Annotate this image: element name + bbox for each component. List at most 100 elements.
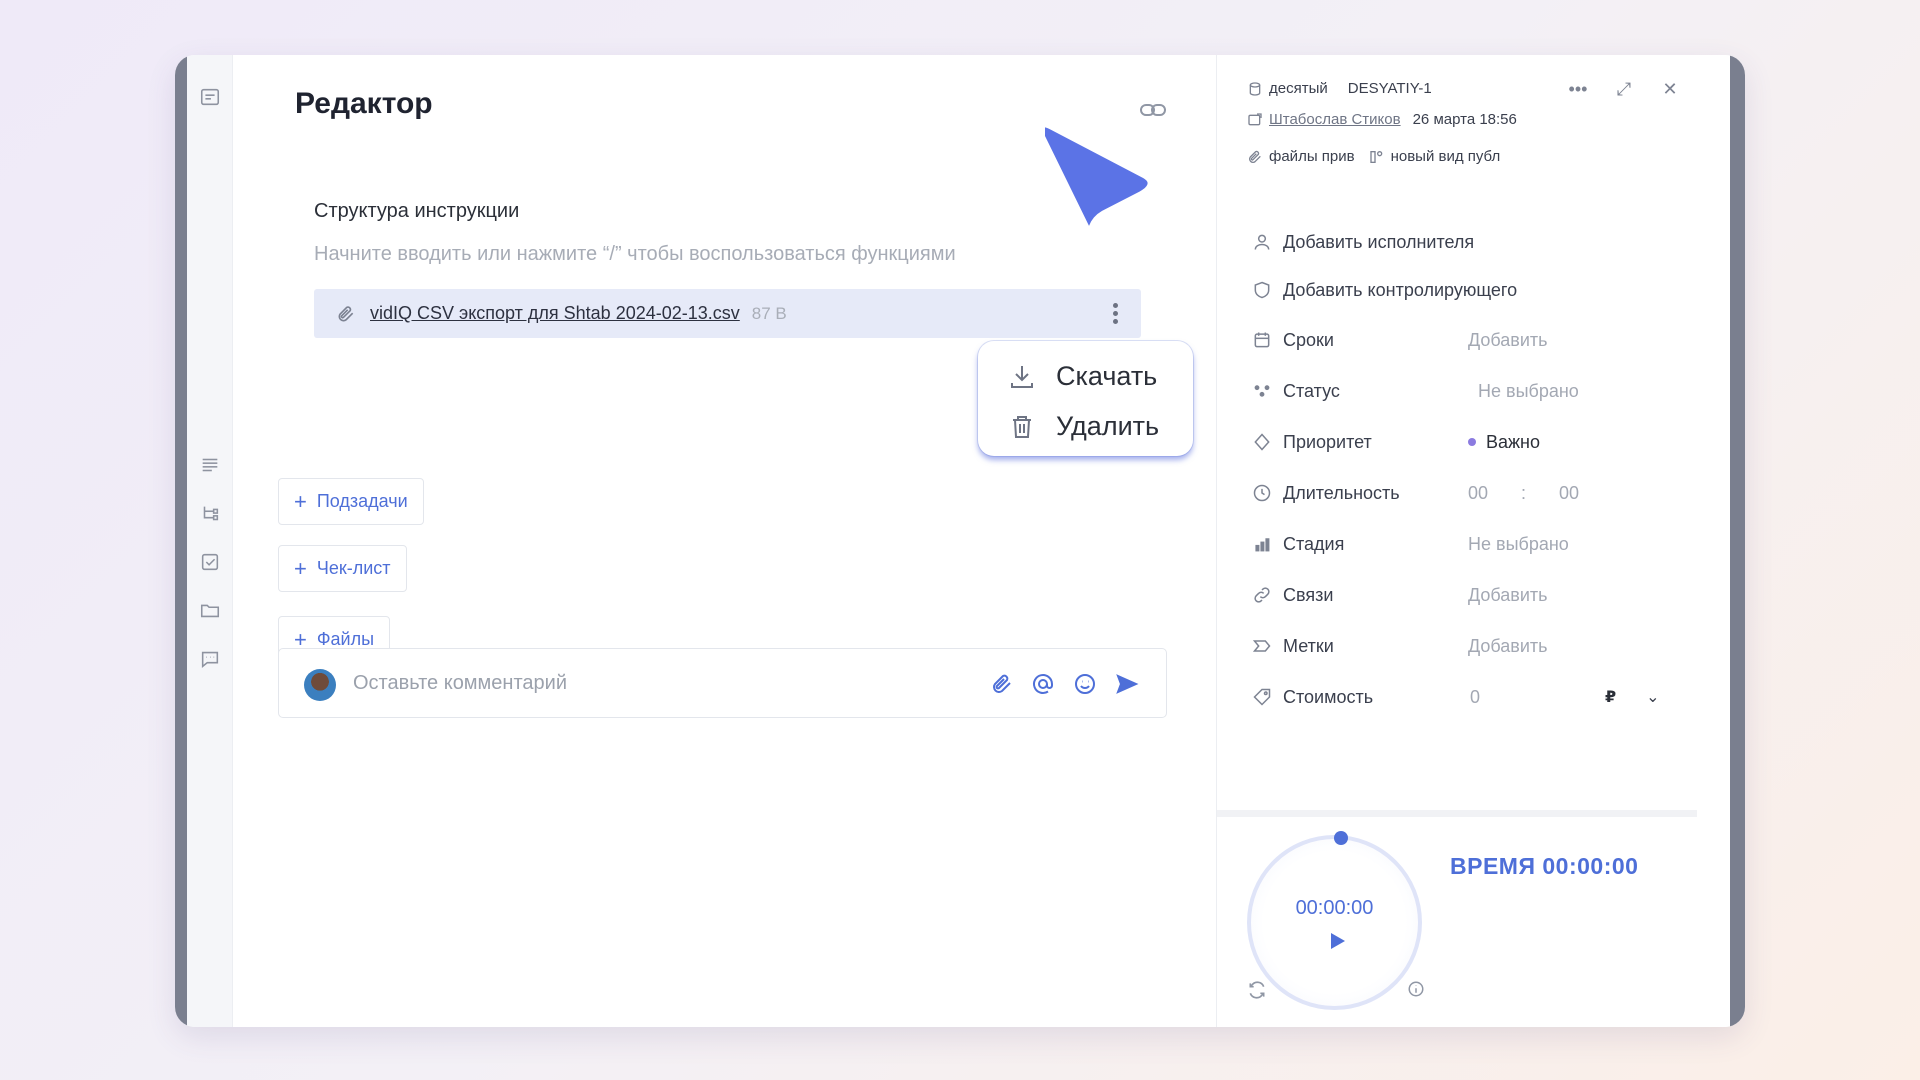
add-assignee-label: Добавить исполнителя: [1283, 231, 1475, 252]
add-files-label: Файлы: [316, 629, 375, 649]
timer-dial: 00:00:00: [1247, 831, 1422, 1010]
timer-knob[interactable]: [1334, 831, 1348, 845]
add-controller-row[interactable]: Добавить контролирующего: [1251, 275, 1691, 305]
prop-value[interactable]: Добавить: [1468, 585, 1548, 606]
database-icon: [1249, 81, 1261, 96]
task-properties-panel: десятый DESYATIY-1 Штабослав Стиков 26 м…: [1216, 55, 1730, 1027]
link-icon: [1251, 584, 1273, 606]
download-label: Скачать: [1056, 361, 1158, 391]
timer-display: 00:00:00: [1295, 897, 1374, 919]
file-name-link[interactable]: vidIQ CSV экспорт для Shtab 2024-02-13.c…: [370, 303, 740, 324]
doc-heading: Структура инструкции: [314, 200, 520, 222]
prop-links[interactable]: Связи Добавить: [1251, 580, 1691, 610]
expand-icon[interactable]: ⤢: [1614, 79, 1634, 99]
prop-label: Связи: [1283, 584, 1334, 605]
panel-actions: ••• ⤢ ✕: [1568, 79, 1680, 99]
comment-box[interactable]: Оставьте комментарий: [278, 648, 1167, 718]
prop-stage[interactable]: Стадия Не выбрано: [1251, 529, 1691, 559]
trash-icon: [1013, 415, 1031, 438]
more-vertical-icon[interactable]: [1111, 301, 1119, 327]
side-rail: [187, 55, 233, 1027]
comments-icon[interactable]: [198, 647, 222, 671]
comment-input[interactable]: Оставьте комментарий: [353, 672, 567, 695]
currency-symbol: ₽: [1605, 689, 1617, 706]
attach-icon[interactable]: [989, 671, 1015, 697]
prop-label: Сроки: [1283, 329, 1334, 350]
subtasks-icon[interactable]: [198, 502, 222, 526]
prop-label: Стадия: [1283, 533, 1345, 554]
chevron-down-icon[interactable]: ⌄: [1646, 687, 1659, 707]
prop-priority[interactable]: Приоритет Важно: [1251, 427, 1691, 457]
prop-label: Метки: [1283, 635, 1334, 656]
info-icon[interactable]: [1407, 980, 1425, 998]
emoji-icon[interactable]: [1072, 671, 1098, 697]
project-name[interactable]: десятый: [1269, 80, 1328, 97]
tag-view[interactable]: новый вид публ: [1391, 148, 1501, 165]
status-icon: [1251, 380, 1273, 402]
doc-placeholder[interactable]: Начните вводить или нажмите “/” чтобы во…: [314, 243, 956, 266]
text-lines-icon[interactable]: [198, 453, 222, 477]
prop-duration[interactable]: Длительность 00 : 00: [1251, 478, 1691, 508]
prop-label: Статус: [1283, 380, 1340, 401]
add-checklist-button[interactable]: + Чек-лист: [278, 545, 407, 592]
shield-icon: [1251, 279, 1273, 301]
prop-value[interactable]: Важно: [1486, 432, 1540, 453]
attached-file[interactable]: vidIQ CSV экспорт для Shtab 2024-02-13.c…: [314, 289, 1141, 338]
prop-tags[interactable]: Метки Добавить: [1251, 631, 1691, 661]
user-icon: [1251, 231, 1273, 253]
created-date: 26 марта 18:56: [1412, 111, 1517, 128]
file-context-menu: Скачать Удалить: [978, 341, 1193, 456]
send-icon[interactable]: [1114, 671, 1140, 697]
close-icon[interactable]: ✕: [1660, 79, 1680, 99]
calendar-icon: [1251, 329, 1273, 351]
prop-status[interactable]: Статус Не выбрано: [1251, 376, 1691, 406]
delete-label: Удалить: [1056, 411, 1160, 441]
priority-dot: [1468, 438, 1476, 446]
download-icon: [1011, 365, 1033, 388]
prop-value[interactable]: 00 : 00: [1468, 483, 1579, 504]
more-horizontal-icon[interactable]: •••: [1568, 79, 1588, 99]
checklist-icon[interactable]: [198, 550, 222, 574]
prop-value[interactable]: Добавить: [1468, 636, 1548, 657]
project-line: десятый DESYATIY-1: [1247, 80, 1432, 97]
avatar: [304, 669, 336, 701]
author-link[interactable]: Штабослав Стиков: [1269, 111, 1401, 128]
add-checklist-label: Чек-лист: [316, 558, 391, 578]
stage-icon: [1251, 533, 1273, 555]
file-size: 87 B: [751, 303, 787, 323]
folder-icon[interactable]: [198, 598, 222, 622]
tags-line: файлы прив новый вид публ: [1247, 148, 1500, 165]
tag-files[interactable]: файлы прив: [1269, 148, 1355, 165]
paperclip-icon: [1249, 150, 1261, 163]
timer-divider: [1217, 810, 1697, 817]
task-window: Редактор Структура инструкции Начните вв…: [175, 55, 1745, 1027]
task-id: DESYATIY-1: [1347, 80, 1432, 97]
prop-value[interactable]: Не выбрано: [1478, 381, 1579, 402]
clock-icon: [1251, 482, 1273, 504]
pointer-arrow-icon: [1045, 127, 1148, 226]
prop-value[interactable]: Добавить: [1468, 330, 1548, 351]
prop-value[interactable]: Не выбрано: [1468, 534, 1569, 555]
play-icon[interactable]: [1327, 931, 1347, 951]
download-menu-item[interactable]: Скачать: [1008, 361, 1157, 392]
tag-icon: [1251, 635, 1273, 657]
plus-icon: +: [294, 555, 307, 581]
window-frame-left: [175, 55, 187, 1027]
delete-menu-item[interactable]: Удалить: [1008, 411, 1159, 442]
prop-label: Стоимость: [1283, 686, 1374, 707]
reset-icon[interactable]: [1247, 980, 1267, 1000]
add-assignee-row[interactable]: Добавить исполнителя: [1251, 227, 1691, 257]
priority-icon: [1251, 431, 1273, 453]
prop-cost[interactable]: Стоимость 0 ₽ ⌄: [1251, 682, 1691, 712]
view-icon: [1369, 150, 1382, 163]
plus-icon: +: [294, 488, 307, 514]
prop-deadline[interactable]: Сроки Добавить: [1251, 325, 1691, 355]
description-icon[interactable]: [198, 85, 222, 109]
prop-value[interactable]: 0: [1470, 687, 1605, 708]
page-title: Редактор: [295, 87, 433, 120]
window-frame-right: [1730, 55, 1745, 1027]
mention-icon[interactable]: [1030, 671, 1056, 697]
add-subtasks-button[interactable]: + Подзадачи: [278, 478, 424, 525]
add-controller-label: Добавить контролирующего: [1283, 279, 1518, 300]
prop-label: Длительность: [1283, 482, 1400, 503]
